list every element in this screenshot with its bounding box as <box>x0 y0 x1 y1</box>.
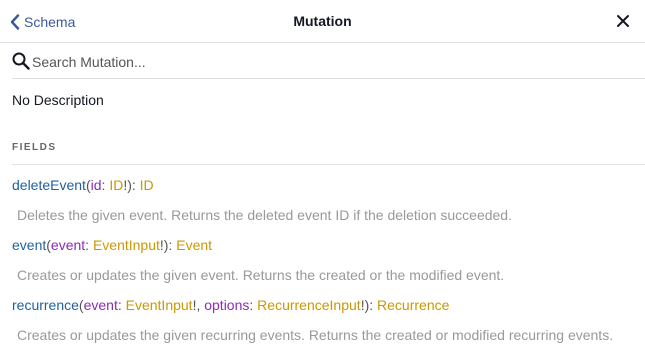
fields-section-title: FIELDS <box>12 142 57 153</box>
colon: : <box>249 297 258 313</box>
field-signature: event(event: EventInput!): Event <box>12 237 212 253</box>
field-name-link[interactable]: recurrence <box>12 297 79 313</box>
return-type-link[interactable]: ID <box>140 177 154 193</box>
field-description: Deletes the given event. Returns the del… <box>17 207 512 223</box>
colon: : <box>117 297 126 313</box>
search-icon <box>12 52 30 70</box>
type-description: No Description <box>12 92 104 108</box>
arg-type-link[interactable]: EventInput <box>126 297 193 313</box>
close-icon[interactable] <box>615 13 631 29</box>
field-name-link[interactable]: event <box>12 237 46 253</box>
non-null-marker: !): <box>360 297 378 313</box>
field-signature: recurrence(event: EventInput!, options: … <box>12 297 449 313</box>
arg-type-link[interactable]: ID <box>109 177 123 193</box>
non-null-marker: !): <box>159 237 177 253</box>
arg-name[interactable]: id <box>91 177 102 193</box>
non-null-marker: !): <box>123 177 140 193</box>
search-input[interactable] <box>32 51 622 73</box>
arg-name[interactable]: event <box>51 237 85 253</box>
return-type-link[interactable]: Recurrence <box>377 297 449 313</box>
return-type-link[interactable]: Event <box>176 237 212 253</box>
arg-name[interactable]: event <box>84 297 118 313</box>
section-divider <box>12 164 645 165</box>
field-description: Creates or updates the given event. Retu… <box>17 267 505 283</box>
page-title: Mutation <box>293 13 352 29</box>
non-null-separator: !, <box>192 297 205 313</box>
explorer-header: Schema Mutation <box>0 0 645 43</box>
colon: : <box>85 237 93 253</box>
arg-type-link[interactable]: RecurrenceInput <box>257 297 361 313</box>
field-name-link[interactable]: deleteEvent <box>12 177 86 193</box>
field-signature: deleteEvent(id: ID!): ID <box>12 177 154 193</box>
search-bar <box>12 51 645 79</box>
arg-name[interactable]: options <box>204 297 249 313</box>
field-description: Creates or updates the given recurring e… <box>17 327 614 343</box>
arg-type-link[interactable]: EventInput <box>93 237 160 253</box>
